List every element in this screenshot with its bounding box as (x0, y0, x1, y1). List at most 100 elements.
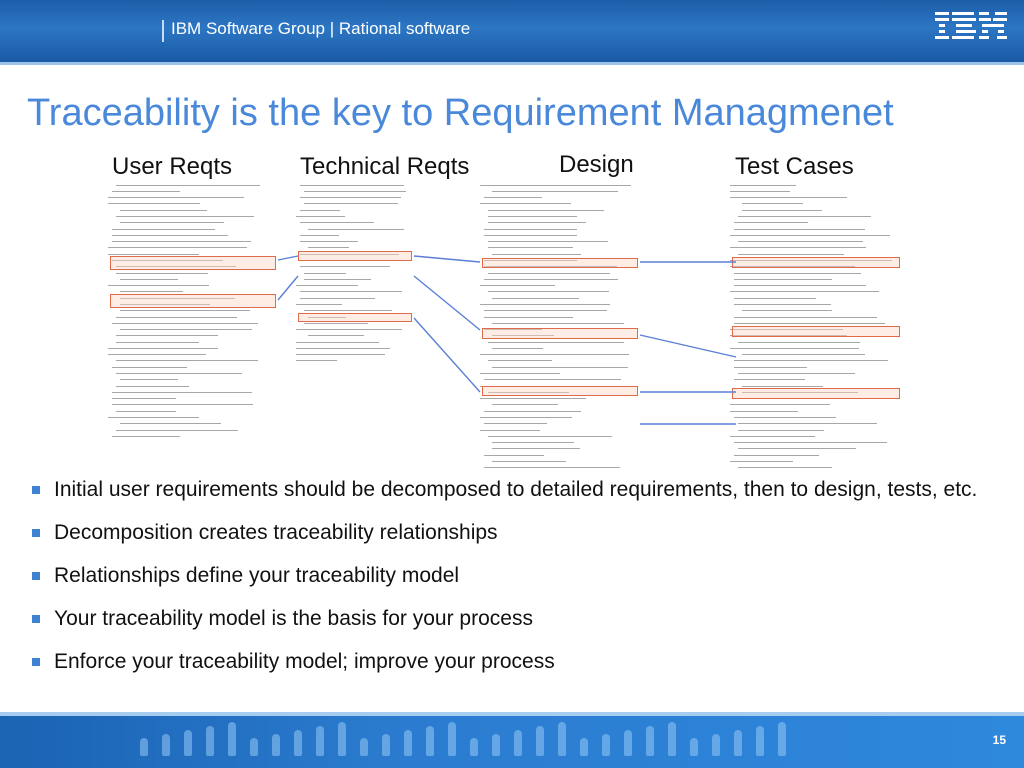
footer-figure-decoration (712, 734, 720, 756)
document-line (480, 303, 610, 308)
document-line (120, 329, 252, 333)
document-line (116, 373, 242, 377)
document-line (120, 209, 207, 214)
trace-link (413, 255, 481, 263)
document-line (742, 310, 832, 314)
column-heading-technical-reqts: Technical Reqts (300, 153, 470, 180)
footer-band (0, 716, 1024, 768)
document-line (734, 316, 877, 321)
highlighted-requirement (110, 294, 276, 308)
document-line (120, 310, 250, 314)
document-line (296, 360, 337, 362)
document-line (484, 234, 577, 239)
document-line (296, 285, 358, 289)
trace-link (413, 317, 481, 393)
technical-reqts-document (296, 182, 414, 362)
document-line (116, 429, 238, 434)
highlighted-requirement (732, 326, 900, 337)
footer-figure-decoration (734, 730, 742, 756)
footer-figure-decoration (206, 726, 214, 756)
header-underline (0, 62, 1024, 65)
document-line (116, 341, 199, 346)
header-divider (162, 20, 164, 42)
document-line (734, 360, 888, 364)
document-line (492, 366, 628, 371)
bullet-marker (32, 572, 40, 580)
document-line (484, 379, 621, 383)
document-line (730, 291, 879, 295)
document-line (480, 184, 631, 189)
document-line (304, 190, 406, 195)
document-line (296, 347, 390, 352)
footer-figure-decoration (602, 734, 610, 756)
trace-link (277, 255, 299, 261)
document-line (300, 209, 340, 214)
footer-figure-decoration (470, 738, 478, 756)
document-line (120, 423, 221, 427)
footer-figure-decoration (140, 738, 148, 756)
footer-figure-decoration (756, 726, 764, 756)
highlighted-requirement (298, 313, 412, 322)
document-line (300, 291, 402, 295)
document-line (492, 322, 624, 327)
document-line (112, 391, 252, 396)
document-line (488, 435, 612, 440)
footer-figure-decoration (624, 730, 632, 756)
trace-link (639, 334, 737, 358)
bullet-marker (32, 615, 40, 623)
document-line (738, 216, 871, 220)
document-line (730, 197, 847, 201)
document-line (480, 417, 572, 421)
document-line (116, 184, 260, 189)
document-line (484, 454, 544, 459)
document-line (484, 316, 573, 321)
document-line (488, 272, 610, 277)
document-line (108, 247, 247, 251)
document-line (108, 285, 209, 289)
bullet-text: Enforce your traceability model; improve… (54, 650, 555, 673)
footer-figure-decoration (382, 734, 390, 756)
slide-title: Traceability is the key to Requirement M… (27, 92, 894, 134)
document-line (734, 379, 805, 383)
document-line (308, 335, 364, 339)
document-line (296, 216, 345, 220)
document-line (116, 385, 189, 390)
document-line (730, 347, 859, 352)
document-line (484, 228, 577, 233)
document-line (480, 429, 540, 434)
column-heading-design: Design (559, 151, 634, 178)
document-line (304, 322, 368, 327)
footer-figure-decoration (426, 726, 434, 756)
document-line (730, 435, 815, 440)
document-line (300, 234, 339, 239)
bullet-marker (32, 529, 40, 537)
document-line (480, 203, 571, 207)
footer-figure-decoration (250, 738, 258, 756)
document-line (108, 197, 244, 201)
document-line (488, 216, 577, 220)
document-line (308, 228, 404, 233)
footer-figure-decoration (184, 730, 192, 756)
document-line (730, 404, 830, 408)
footer-figure-decoration (338, 722, 346, 756)
document-line (296, 329, 402, 333)
document-line (120, 222, 224, 226)
document-line (738, 429, 824, 434)
document-line (112, 398, 176, 402)
document-line (112, 322, 258, 327)
footer-figure-decoration (360, 738, 368, 756)
footer-figure-decoration (448, 722, 456, 756)
document-line (484, 410, 581, 415)
document-line (108, 203, 200, 207)
document-line (116, 335, 218, 339)
document-line (730, 410, 798, 415)
document-line (112, 228, 215, 233)
ibm-logo (935, 12, 1007, 39)
document-line (300, 297, 375, 302)
page-number: 15 (992, 733, 1006, 747)
document-line (738, 467, 832, 468)
document-line (484, 278, 618, 283)
document-line (116, 272, 208, 277)
document-line (734, 297, 816, 302)
document-line (300, 222, 374, 226)
